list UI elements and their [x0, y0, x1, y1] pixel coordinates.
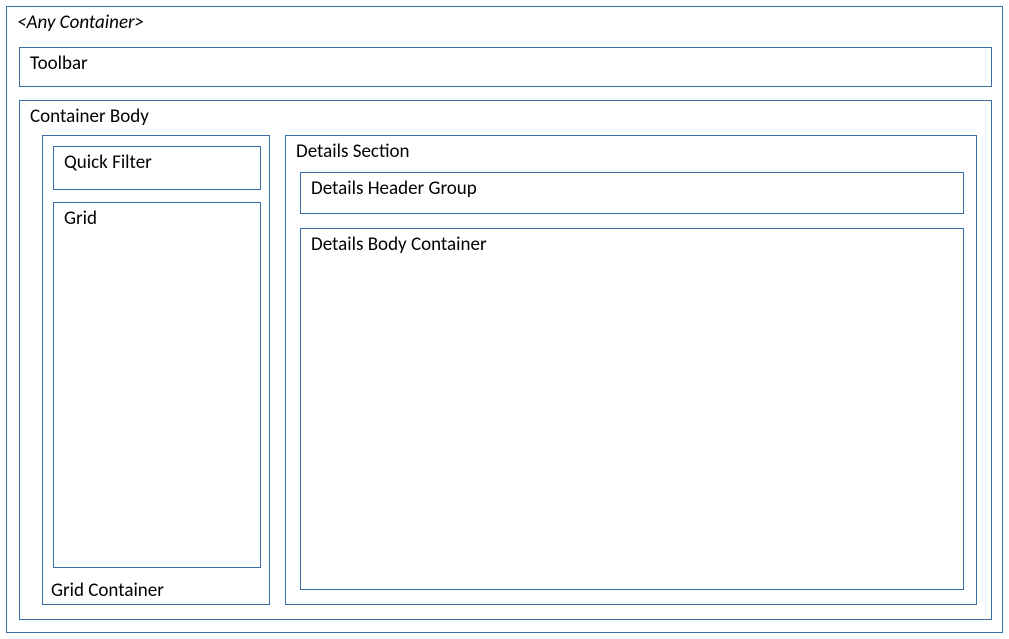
grid-label: Grid [54, 203, 260, 236]
quick-filter-box: Quick Filter [53, 146, 261, 190]
details-body-container-label: Details Body Container [301, 229, 963, 262]
grid-container-box: Quick Filter Grid Grid Container [42, 135, 270, 605]
container-body-box: Container Body Quick Filter Grid Grid Co… [19, 100, 992, 620]
details-header-group-label: Details Header Group [301, 173, 963, 206]
details-header-group-box: Details Header Group [300, 172, 964, 214]
details-body-container-box: Details Body Container [300, 228, 964, 590]
grid-container-label: Grid Container [51, 579, 164, 602]
details-section-label: Details Section [286, 136, 976, 169]
toolbar-box: Toolbar [19, 47, 992, 87]
grid-box: Grid [53, 202, 261, 568]
toolbar-label: Toolbar [20, 48, 991, 81]
any-container-box: <Any Container> Toolbar Container Body Q… [6, 6, 1003, 633]
any-container-label: <Any Container> [7, 7, 1002, 40]
container-body-label: Container Body [20, 101, 991, 134]
details-section-box: Details Section Details Header Group Det… [285, 135, 977, 605]
quick-filter-label: Quick Filter [54, 147, 260, 180]
